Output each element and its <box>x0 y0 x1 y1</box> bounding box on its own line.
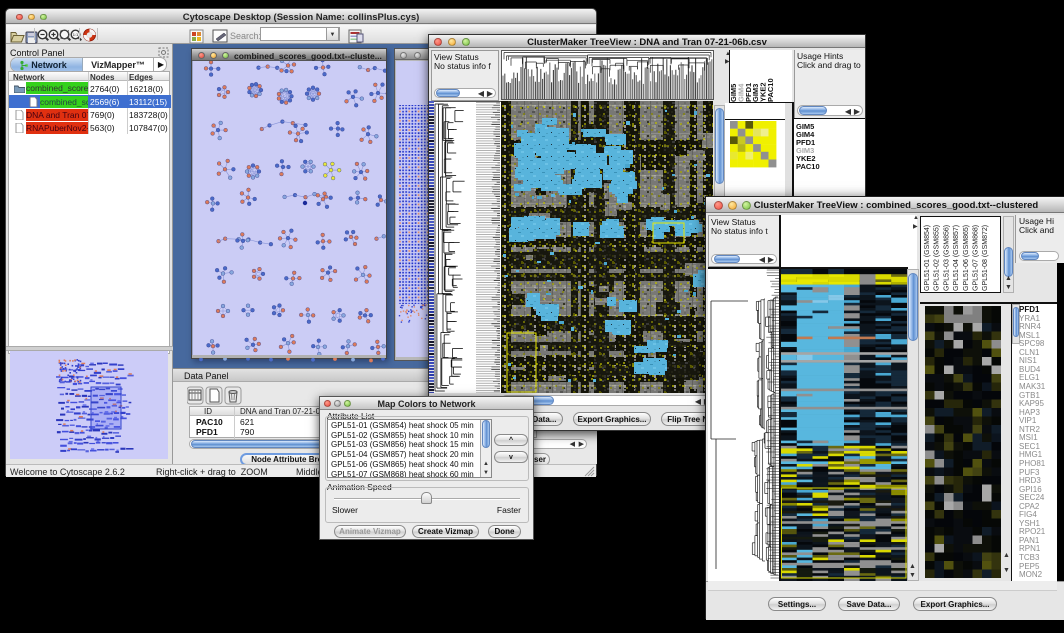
svg-text:GPL51-06 (GSM865): GPL51-06 (GSM865) <box>963 225 970 291</box>
svg-text:GPL51-04 (GSM857): GPL51-04 (GSM857) <box>953 225 960 291</box>
svg-text:GPL51-01 (GSM854): GPL51-01 (GSM854) <box>924 225 931 291</box>
svg-text:GPL51-08 (GSM872): GPL51-08 (GSM872) <box>982 225 989 291</box>
svg-text:GPL51-07 (GSM868): GPL51-07 (GSM868) <box>973 225 980 291</box>
svg-text:GPL51-02 (GSM855): GPL51-02 (GSM855) <box>934 225 941 291</box>
svg-text:GPL51-03 (GSM856): GPL51-03 (GSM856) <box>943 225 950 291</box>
svg-text:PAC10: PAC10 <box>766 78 775 102</box>
